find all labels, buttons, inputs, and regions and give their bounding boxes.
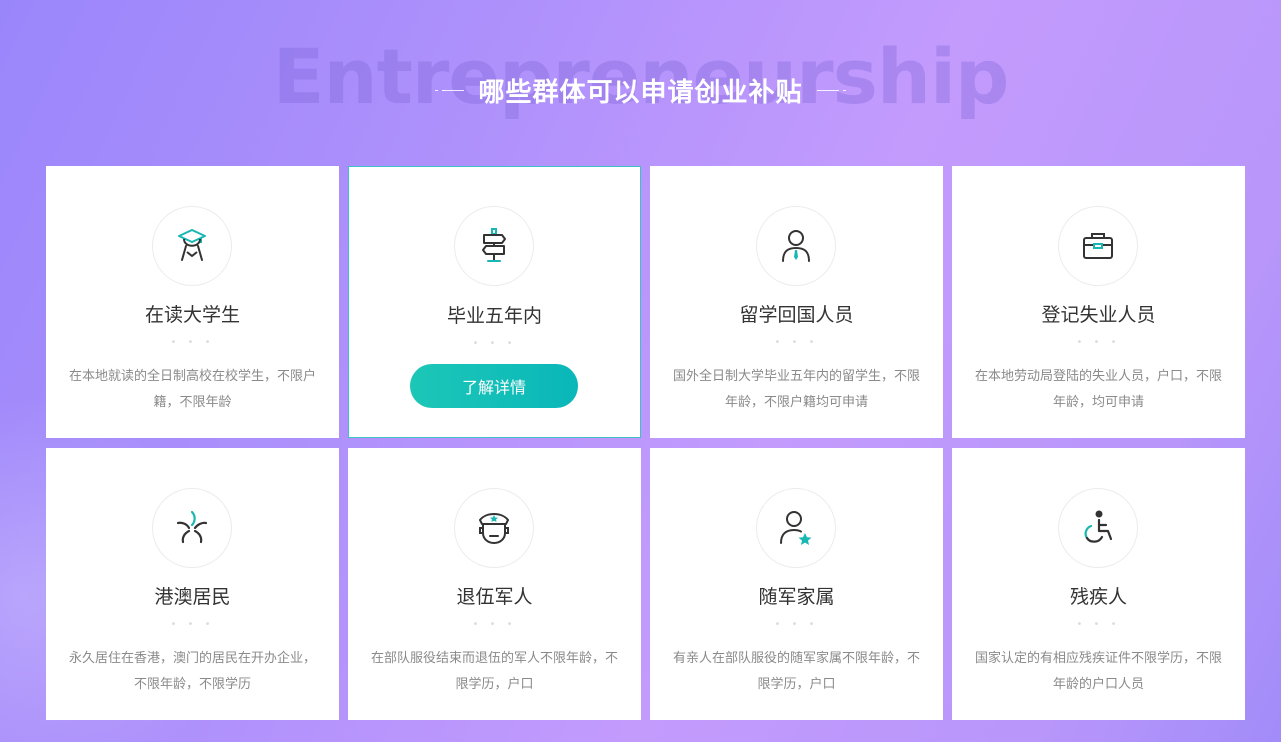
- person-star-icon: [780, 511, 812, 545]
- icon-circle: [756, 206, 836, 286]
- card-dots: • • •: [1076, 619, 1121, 630]
- bauhinia-flower-icon: [176, 510, 208, 544]
- business-person-icon: [782, 230, 810, 262]
- icon-circle: [152, 206, 232, 286]
- card-description: 永久居住在香港，澳门的居民在开办企业，不限年龄，不限学历: [68, 651, 316, 692]
- card-disabled-person[interactable]: 残疾人 • • • 国家认定的有相应残疾证件不限学历，不限年龄的户口人员: [952, 448, 1245, 720]
- card-title: 随军家属: [758, 586, 835, 608]
- signpost-icon: [482, 228, 506, 262]
- icon-circle: [756, 488, 836, 568]
- card-military-family[interactable]: 随军家属 • • • 有亲人在部队服役的随军家属不限年龄，不限学历，户口: [650, 448, 943, 720]
- card-graduate-five-years[interactable]: 毕业五年内 • • • 了解详情: [348, 166, 641, 438]
- card-hk-macao-resident[interactable]: 港澳居民 • • • 永久居住在香港，澳门的居民在开办企业，不限年龄，不限学历: [46, 448, 339, 720]
- card-description: 在本地劳动局登陆的失业人员，户口，不限年龄，均可申请: [974, 369, 1222, 410]
- graduate-icon: [178, 229, 206, 261]
- card-description: 国外全日制大学毕业五年内的留学生，不限年龄，不限户籍均可申请: [672, 369, 920, 410]
- card-title: 在读大学生: [144, 304, 240, 326]
- card-title: 登记失业人员: [1041, 304, 1156, 326]
- title-decoration-right: [816, 89, 846, 91]
- section-header: Entrepreneurship 哪些群体可以申请创业补贴: [0, 30, 1281, 130]
- card-returned-overseas[interactable]: 留学回国人员 • • • 国外全日制大学毕业五年内的留学生，不限年龄，不限户籍均…: [650, 166, 943, 438]
- card-dots: • • •: [774, 619, 819, 630]
- card-dots: • • •: [472, 619, 517, 630]
- card-dots: • • •: [774, 337, 819, 348]
- learn-more-button[interactable]: 了解详情: [410, 364, 578, 408]
- eligibility-grid: 在读大学生 • • • 在本地就读的全日制高校在校学生，不限户籍，不限年龄 毕业…: [46, 166, 1245, 720]
- card-dots: • • •: [170, 337, 215, 348]
- card-title: 港澳居民: [154, 586, 231, 608]
- section-title: 哪些群体可以申请创业补贴: [478, 77, 803, 108]
- soldier-icon: [479, 513, 509, 545]
- icon-circle: [1058, 488, 1138, 568]
- card-title: 残疾人: [1069, 586, 1127, 608]
- card-title: 留学回国人员: [739, 304, 854, 326]
- card-dots: • • •: [1076, 337, 1121, 348]
- card-description: 国家认定的有相应残疾证件不限学历，不限年龄的户口人员: [974, 651, 1222, 692]
- card-veteran[interactable]: 退伍军人 • • • 在部队服役结束而退伍的军人不限年龄，不限学历，户口: [348, 448, 641, 720]
- card-dots: • • •: [170, 619, 215, 630]
- icon-circle: [454, 206, 534, 286]
- card-registered-unemployed[interactable]: 登记失业人员 • • • 在本地劳动局登陆的失业人员，户口，不限年龄，均可申请: [952, 166, 1245, 438]
- briefcase-icon: [1083, 233, 1113, 259]
- card-description: 在部队服役结束而退伍的军人不限年龄，不限学历，户口: [370, 651, 618, 692]
- title-row: 哪些群体可以申请创业补贴: [0, 70, 1281, 110]
- card-dots: • • •: [472, 338, 517, 349]
- card-university-student[interactable]: 在读大学生 • • • 在本地就读的全日制高校在校学生，不限户籍，不限年龄: [46, 166, 339, 438]
- card-title: 毕业五年内: [446, 305, 542, 327]
- icon-circle: [152, 488, 232, 568]
- icon-circle: [1058, 206, 1138, 286]
- card-description: 有亲人在部队服役的随军家属不限年龄，不限学历，户口: [672, 651, 920, 692]
- wheelchair-icon: [1084, 510, 1113, 543]
- card-description: 在本地就读的全日制高校在校学生，不限户籍，不限年龄: [68, 369, 316, 410]
- card-title: 退伍军人: [456, 586, 533, 608]
- title-decoration-left: [435, 89, 465, 91]
- icon-circle: [454, 488, 534, 568]
